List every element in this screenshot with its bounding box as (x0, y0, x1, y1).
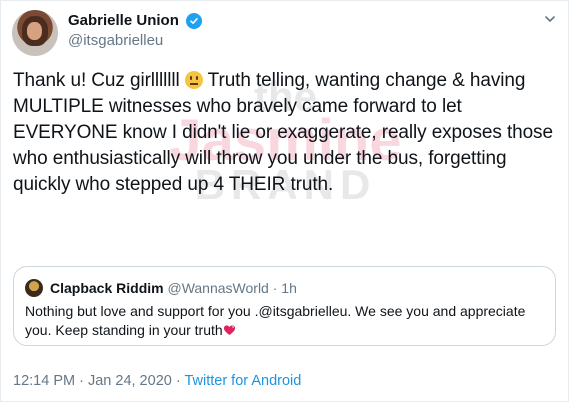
grimacing-face-icon (184, 71, 203, 89)
tweet-timestamp: 12:14 PM · Jan 24, 2020 · Twitter for An… (13, 372, 301, 390)
quoted-tweet-age[interactable]: 1h (281, 280, 297, 296)
tweet-card: Gabrielle Union @itsgabrielleu the Jasmi… (0, 0, 569, 402)
quoted-tweet[interactable]: Clapback Riddim @WannasWorld · 1h Nothin… (13, 266, 556, 346)
quoted-separator: · (268, 280, 282, 296)
chevron-down-icon[interactable] (543, 12, 557, 26)
heart-icon (223, 325, 235, 335)
verified-badge-icon (186, 13, 202, 29)
quoted-author-avatar[interactable] (25, 279, 43, 297)
tweet-source-link[interactable]: Twitter for Android (184, 373, 301, 389)
tweet-text-part-1: Thank u! Cuz girlllllll (13, 70, 185, 91)
tweet-date[interactable]: Jan 24, 2020 (88, 373, 172, 389)
quoted-tweet-header: Clapback Riddim @WannasWorld · 1h (50, 280, 297, 297)
quoted-author-handle[interactable]: @WannasWorld (167, 280, 268, 296)
quoted-author-name[interactable]: Clapback Riddim (50, 280, 164, 296)
avatar-face (27, 22, 42, 40)
quoted-tweet-text: Nothing but love and support for you .@i… (25, 302, 545, 340)
footer-separator-2: · (171, 373, 185, 389)
author-handle[interactable]: @itsgabrielleu (68, 32, 163, 50)
checkmark-icon (190, 18, 198, 24)
tweet-text: Thank u! Cuz girlllllll Truth telling, w… (13, 68, 558, 198)
author-display-name[interactable]: Gabrielle Union (68, 11, 179, 30)
author-avatar[interactable] (12, 10, 58, 56)
emoji-mouth (189, 83, 198, 85)
tweet-time[interactable]: 12:14 PM (13, 373, 75, 389)
footer-separator-1: · (75, 373, 88, 389)
quoted-tweet-body: Nothing but love and support for you .@i… (25, 303, 526, 338)
